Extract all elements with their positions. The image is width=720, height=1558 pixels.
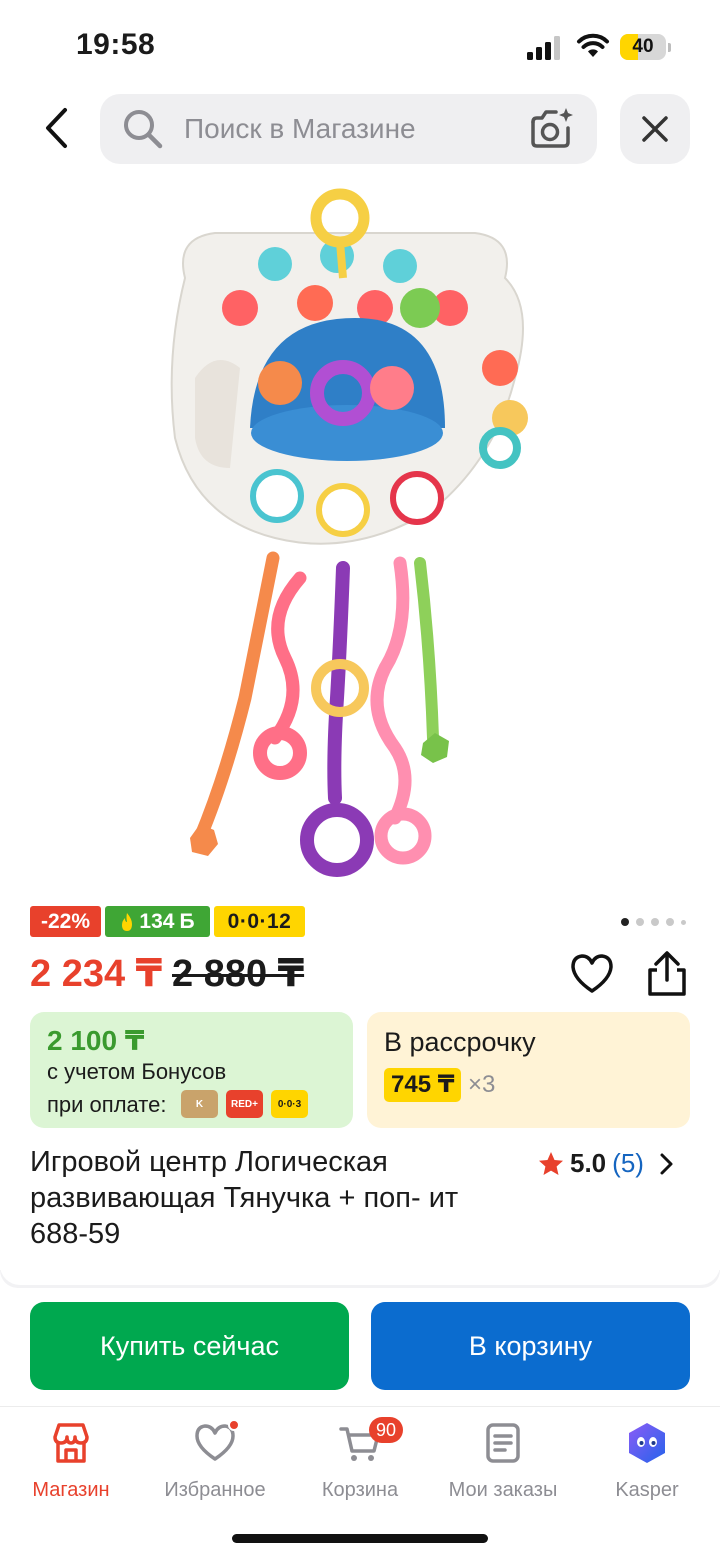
nav-label: Мои заказы bbox=[448, 1479, 558, 1501]
nav-cart[interactable]: 90 Корзина bbox=[290, 1417, 430, 1507]
rating-value: 5.0 bbox=[570, 1148, 607, 1178]
camera-search-icon[interactable] bbox=[528, 106, 576, 152]
product-title: Игровой центр Логическая развивающая Тян… bbox=[30, 1146, 459, 1250]
nav-favorites[interactable]: Избранное bbox=[145, 1417, 285, 1507]
home-indicator[interactable] bbox=[232, 1534, 488, 1543]
buy-now-button[interactable]: Купить сейчас bbox=[30, 1302, 349, 1390]
review-count: (5) bbox=[612, 1148, 644, 1178]
close-button[interactable] bbox=[620, 94, 690, 164]
nav-label: Магазин bbox=[32, 1479, 110, 1501]
orders-icon bbox=[486, 1423, 520, 1463]
status-time: 19:58 bbox=[76, 28, 156, 61]
add-to-cart-button[interactable]: В корзину bbox=[371, 1302, 690, 1390]
installment-card[interactable]: В рассрочку 745 ₸ ×3 bbox=[367, 1012, 690, 1128]
gallery-dot[interactable] bbox=[681, 919, 686, 925]
gallery-dot[interactable] bbox=[666, 918, 674, 926]
bonus-caption: с учетом Бонусов bbox=[47, 1059, 227, 1084]
product-image[interactable] bbox=[155, 178, 565, 893]
favorite-heart-icon[interactable] bbox=[570, 953, 614, 995]
battery-level: 40 bbox=[632, 36, 654, 57]
kasper-assistant-icon bbox=[629, 1423, 665, 1463]
bonus-badge-currency: Б bbox=[179, 910, 195, 933]
share-icon[interactable] bbox=[644, 950, 690, 998]
gallery-pagination[interactable] bbox=[621, 917, 686, 927]
notification-dot bbox=[228, 1419, 240, 1431]
back-button[interactable] bbox=[30, 100, 82, 156]
nav-label: Избранное bbox=[164, 1479, 266, 1501]
bonus-badge-value: 134 bbox=[139, 910, 175, 933]
gallery-dot[interactable] bbox=[636, 918, 644, 926]
installment-months: ×3 bbox=[468, 1071, 496, 1098]
installment-003-icon: 0·0·3 bbox=[271, 1090, 308, 1118]
wifi-icon bbox=[577, 33, 609, 57]
product-badges: -22% 134 Б 0·0·12 bbox=[30, 906, 305, 937]
flame-icon bbox=[122, 912, 133, 931]
cellular-signal-icon bbox=[527, 36, 560, 60]
red-plus-icon: RED+ bbox=[226, 1090, 263, 1118]
bonus-badge: 134 Б bbox=[105, 906, 210, 937]
star-icon bbox=[539, 1151, 563, 1175]
bonus-payment-caption: при оплате: bbox=[47, 1092, 167, 1117]
bonus-price: 2 100 ₸ bbox=[47, 1025, 145, 1056]
payment-methods: K RED+ 0·0·3 bbox=[181, 1090, 308, 1118]
cart-count-badge: 90 bbox=[369, 1417, 403, 1443]
installment-title: В рассрочку bbox=[384, 1027, 536, 1057]
current-price: 2 234 ₸ bbox=[30, 953, 163, 995]
rating-link[interactable]: 5.0 (5) bbox=[538, 1148, 674, 1179]
nav-kasper[interactable]: Kasper bbox=[577, 1417, 717, 1507]
battery-indicator: 40 bbox=[620, 34, 672, 60]
store-icon bbox=[53, 1423, 89, 1463]
gallery-dot[interactable] bbox=[621, 918, 629, 926]
installment-badge: 0·0·12 bbox=[214, 906, 305, 937]
installment-amount: 745 ₸ bbox=[384, 1068, 462, 1102]
discount-badge: -22% bbox=[30, 906, 101, 937]
chevron-right-icon bbox=[660, 1153, 673, 1174]
kaspi-gold-icon: K bbox=[181, 1090, 218, 1118]
back-arrow-icon bbox=[46, 108, 67, 148]
search-icon bbox=[124, 110, 163, 149]
close-icon bbox=[642, 116, 668, 142]
nav-label: Kasper bbox=[615, 1479, 679, 1501]
card-bottom-edge bbox=[0, 1265, 720, 1285]
search-bar[interactable] bbox=[100, 94, 597, 164]
search-input[interactable] bbox=[184, 94, 514, 164]
nav-orders[interactable]: Мои заказы bbox=[433, 1417, 573, 1507]
nav-store[interactable]: Магазин bbox=[1, 1417, 141, 1507]
status-bar: 19:58 40 bbox=[0, 0, 720, 92]
bonus-price-card[interactable]: 2 100 ₸ с учетом Бонусов при оплате: K R… bbox=[30, 1012, 353, 1128]
gallery-dot[interactable] bbox=[651, 918, 659, 926]
old-price: 2 880 ₸ bbox=[172, 953, 305, 995]
nav-label: Корзина bbox=[321, 1479, 399, 1501]
